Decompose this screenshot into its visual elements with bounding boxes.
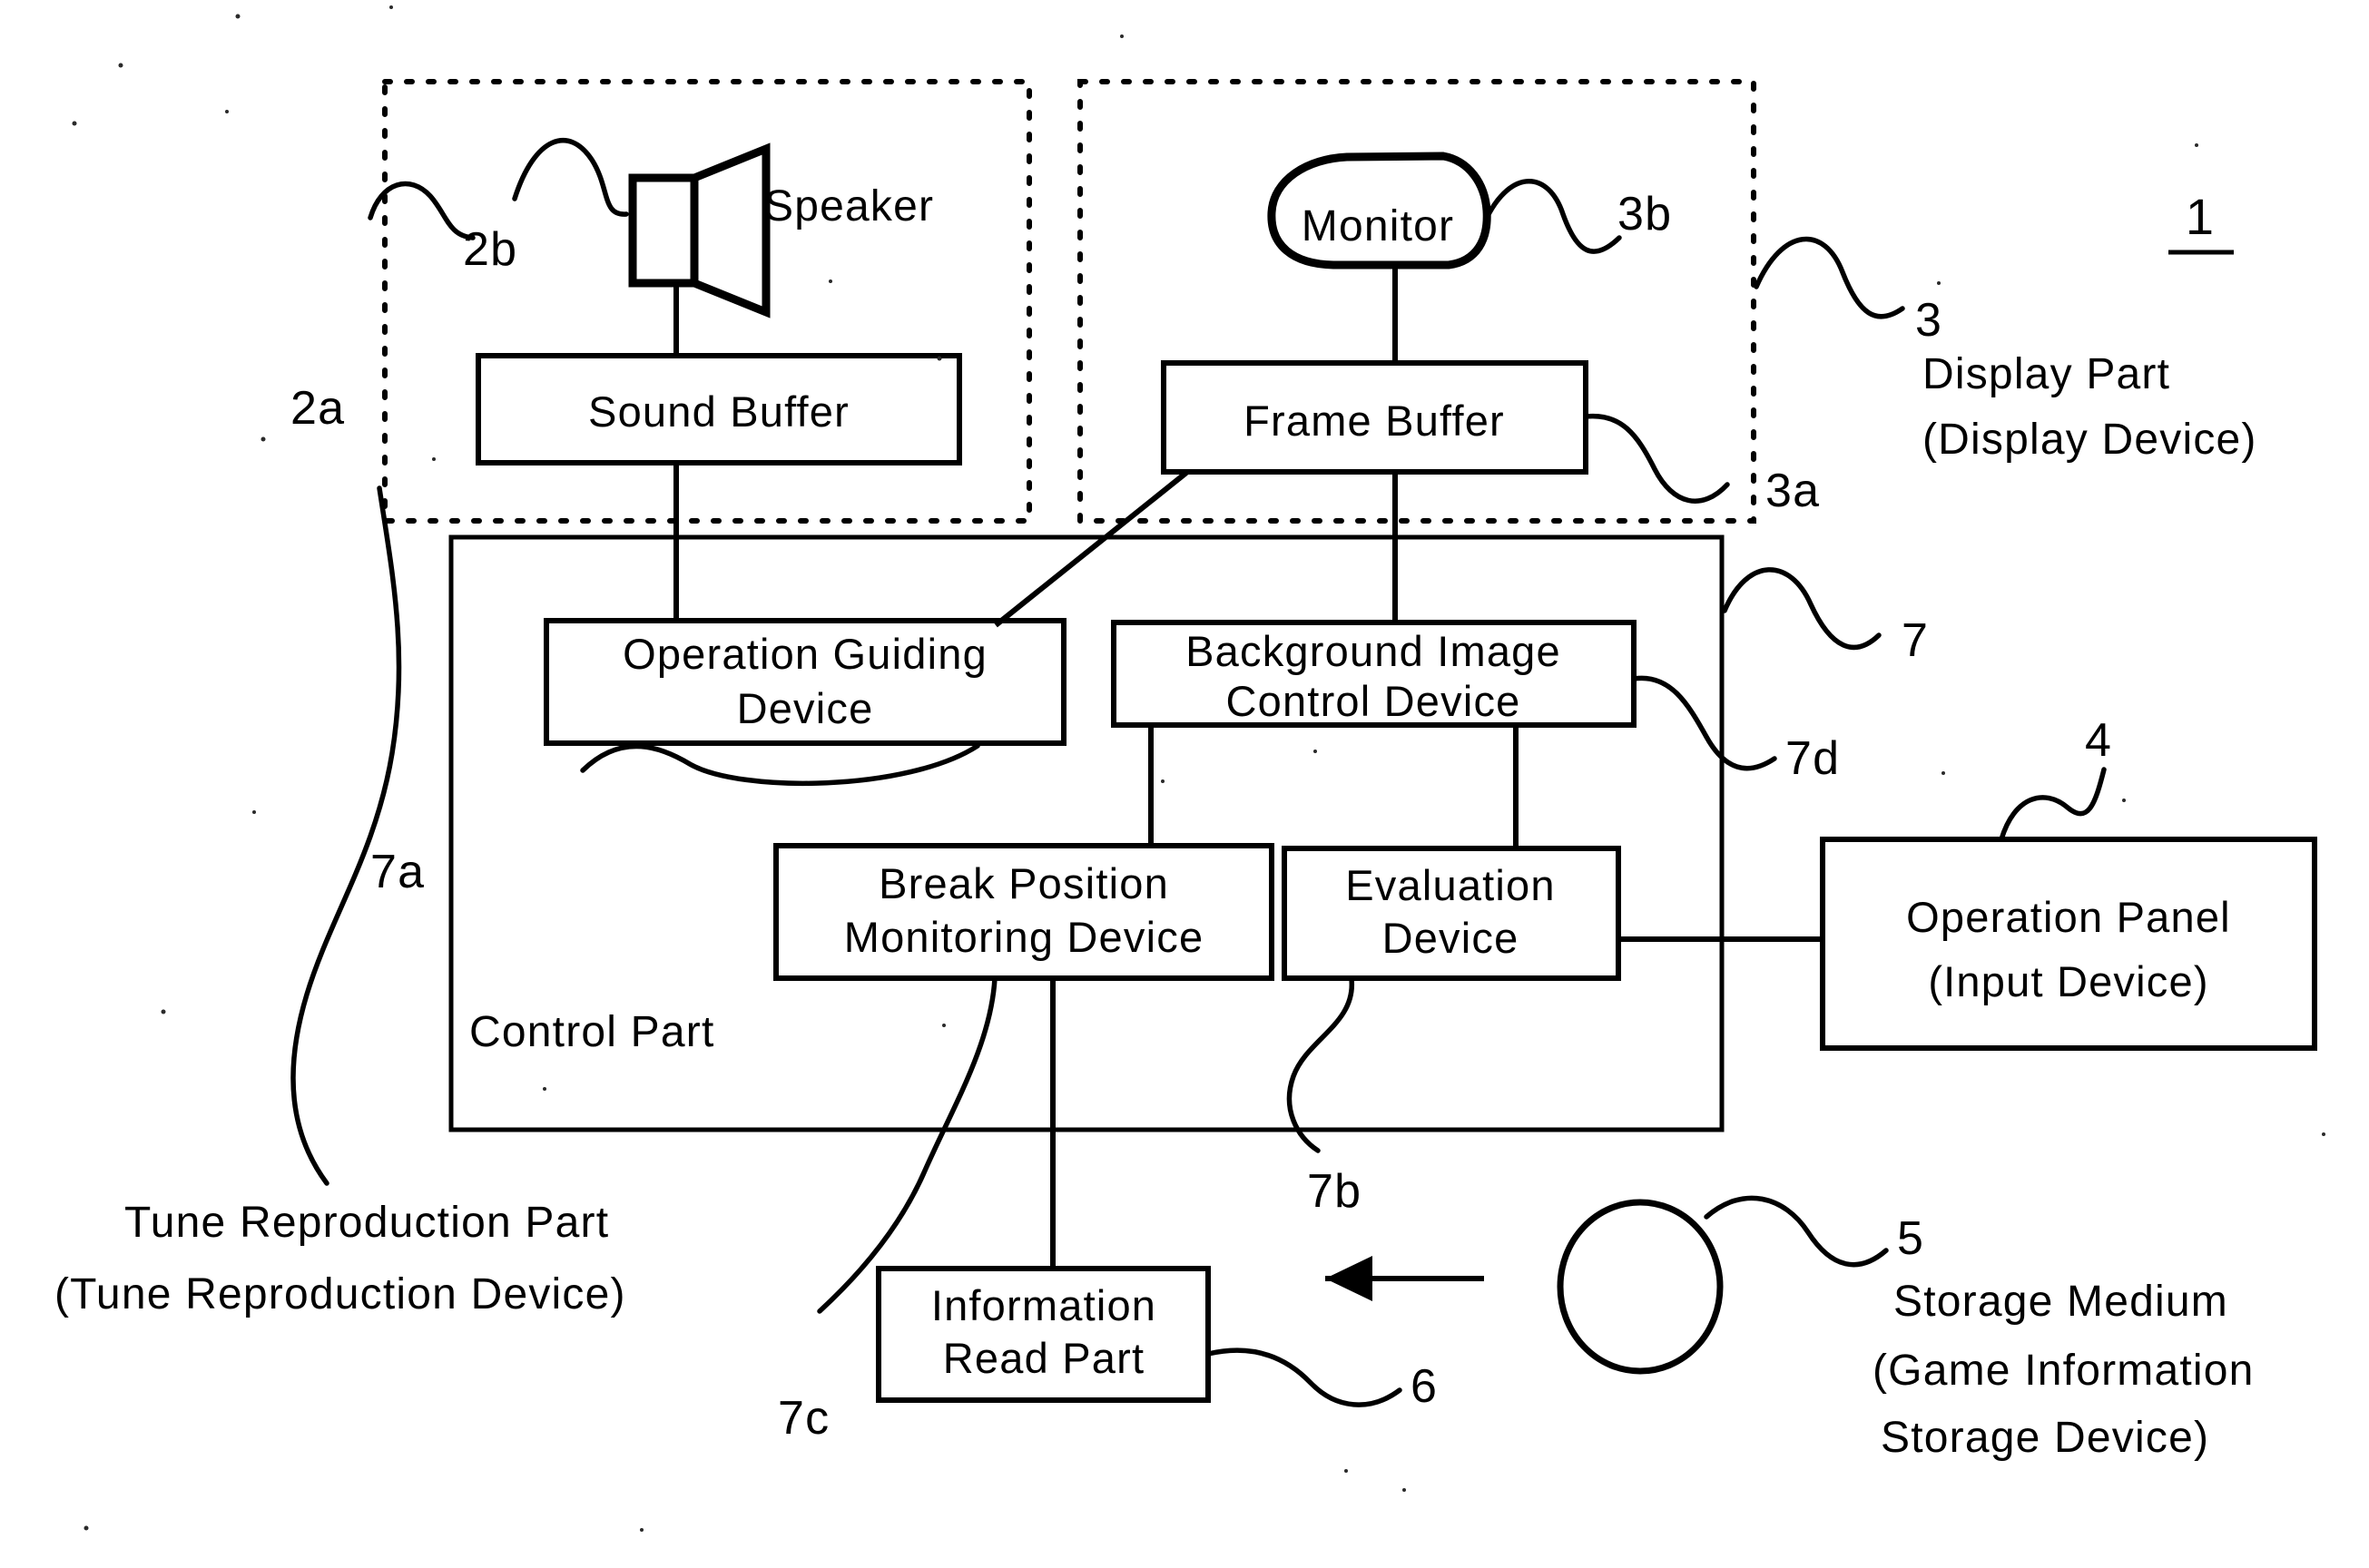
leader-3 (1754, 236, 1905, 319)
evaluation-device-label-line2: Device (1382, 914, 1519, 962)
ref-label-3a: 3a (1765, 465, 1820, 517)
ref-label-2b: 2b (463, 223, 517, 276)
background-image-control-device-label-line1: Background Image (1185, 627, 1561, 675)
ref-label-5: 5 (1897, 1212, 1924, 1265)
storage-medium-caption-line1: Storage Medium (1893, 1278, 2228, 1326)
ref-label-3b: 3b (1617, 188, 1672, 240)
tune-reproduction-caption-line1: Tune Reproduction Part (124, 1199, 609, 1247)
ref-label-3: 3 (1915, 294, 1942, 347)
operation-panel-label-line1: Operation Panel (1906, 893, 2231, 941)
ref-label-2a: 2a (290, 382, 345, 435)
tune-reproduction-caption-line2: (Tune Reproduction Device) (54, 1270, 626, 1318)
storage-medium-caption-line3: Storage Device) (1881, 1414, 2209, 1462)
figure-number: 1 (2186, 188, 2215, 245)
leader-6 (1205, 1348, 1402, 1407)
break-position-monitoring-device-label-line2: Monitoring Device (844, 913, 1204, 961)
leader-5 (1704, 1195, 1889, 1268)
ref-label-6: 6 (1411, 1360, 1438, 1413)
leader-2a (368, 181, 476, 240)
operation-panel-label-line2: (Input Device) (1928, 957, 2208, 1005)
tune-reproduction-dotted-group (382, 79, 1032, 524)
leader-tune-reproduction-part (290, 485, 402, 1186)
display-part-caption-line1: Display Part (1922, 350, 2170, 398)
ref-label-7d: 7d (1785, 732, 1840, 785)
ref-label-7a: 7a (370, 846, 425, 898)
background-image-control-device-label-line2: Control Device (1225, 677, 1520, 725)
ref-label-7: 7 (1902, 614, 1929, 667)
speaker-icon (628, 142, 771, 318)
leader-7a (580, 743, 980, 787)
monitor-label: Monitor (1302, 202, 1454, 250)
leader-3b (1484, 179, 1622, 254)
sound-buffer-label: Sound Buffer (588, 387, 850, 436)
display-part-caption-line2: (Display Device) (1922, 416, 2257, 464)
load-direction-arrow (1325, 1256, 1484, 1301)
speaker-label: Speaker (764, 182, 934, 230)
storage-medium-caption-line2: (Game Information (1873, 1347, 2255, 1395)
leader-2b (512, 138, 629, 217)
display-part-dotted-group (1077, 79, 1756, 524)
leader-4 (1999, 767, 2107, 842)
leader-7b (1286, 976, 1354, 1153)
control-part-label: Control Part (469, 1008, 715, 1056)
frame-buffer-label: Frame Buffer (1243, 397, 1505, 445)
patent-figure-1-diagram: Sound Buffer Frame Buffer Operation Guid… (0, 0, 2369, 1568)
operation-guiding-device-label-line2: Device (737, 684, 874, 732)
leader-7c (817, 975, 998, 1314)
evaluation-device-label-line1: Evaluation (1345, 861, 1556, 909)
operation-guiding-device-label-line1: Operation Guiding (623, 630, 988, 678)
operation-panel-box (1820, 837, 2317, 1051)
figure-canvas: Sound Buffer Frame Buffer Operation Guid… (54, 5, 2325, 1532)
connector-frame-buffer-to-operation-guiding-diagonal (994, 470, 1188, 628)
leader-3a (1583, 413, 1730, 504)
leader-7 (1722, 567, 1882, 651)
break-position-monitoring-device-label-line1: Break Position (879, 859, 1169, 907)
ref-label-7c: 7c (778, 1392, 830, 1445)
information-read-part-label-line1: Information (931, 1281, 1156, 1329)
information-read-part-label-line2: Read Part (943, 1334, 1145, 1382)
ref-label-7b: 7b (1307, 1165, 1361, 1218)
disc-icon (1557, 1199, 1724, 1375)
leader-7d (1631, 675, 1777, 771)
ref-label-4: 4 (2085, 714, 2112, 767)
